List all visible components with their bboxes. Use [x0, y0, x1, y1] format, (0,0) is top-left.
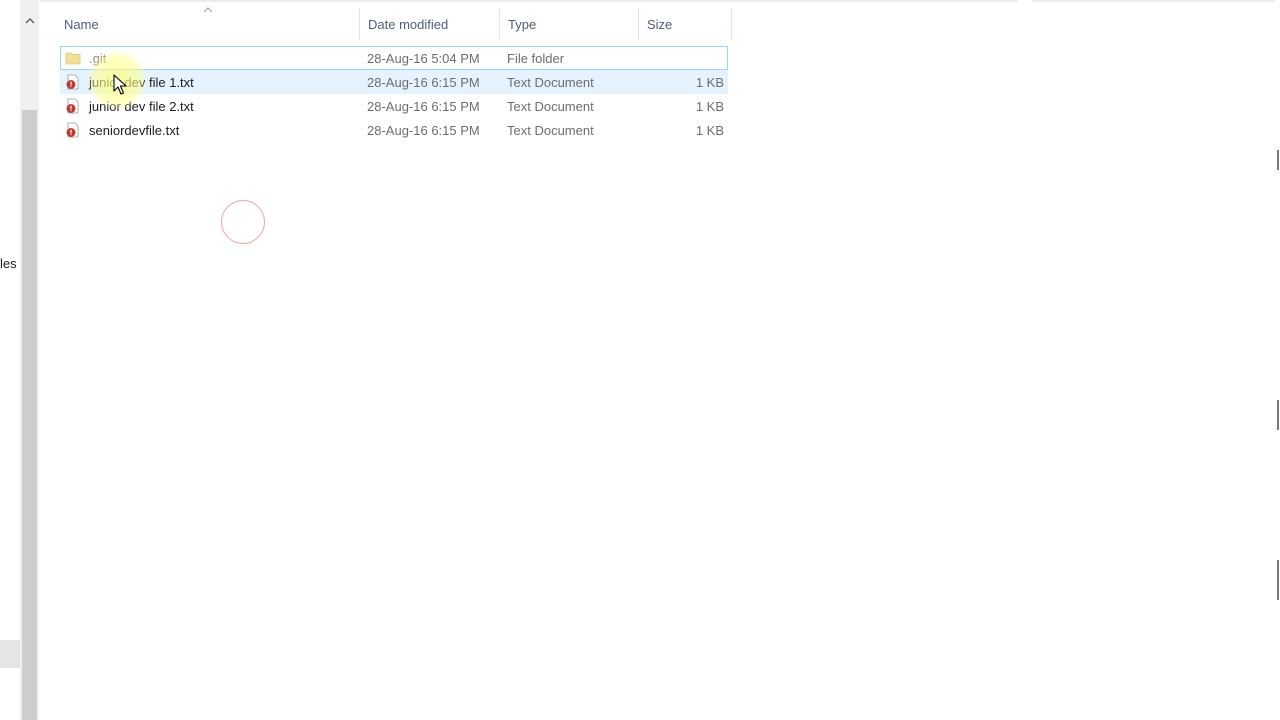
file-row-junior-dev-file-1[interactable]: junior dev file 1.txt 28-Aug-16 6:15 PM …: [60, 70, 728, 94]
file-date: 28-Aug-16 6:15 PM: [367, 122, 480, 138]
column-header-row: Name Date modified Type Size: [56, 0, 732, 48]
column-header-type-label: Type: [508, 16, 537, 32]
column-header-type[interactable]: Type: [500, 0, 639, 48]
chevron-up-icon: [25, 17, 34, 23]
file-type: Text Document: [507, 122, 594, 138]
column-divider[interactable]: [731, 8, 732, 40]
click-ring-indicator: [221, 200, 265, 244]
file-date: 28-Aug-16 6:15 PM: [367, 98, 480, 114]
column-header-size[interactable]: Size: [639, 0, 732, 48]
file-size: 1 KB: [695, 74, 724, 90]
file-name: .git: [89, 50, 107, 66]
top-divider-right: [1032, 0, 1275, 2]
file-name: junior dev file 2.txt: [89, 98, 194, 114]
scroll-up-button[interactable]: [20, 8, 39, 32]
file-name-cell: seniordevfile.txt: [65, 119, 355, 141]
column-header-date[interactable]: Date modified: [360, 0, 500, 48]
file-type: Text Document: [507, 98, 594, 114]
navigation-pane[interactable]: les: [0, 0, 20, 720]
file-name-cell: junior dev file 1.txt: [65, 71, 355, 93]
file-type: File folder: [507, 50, 565, 66]
folder-icon: [65, 50, 81, 66]
file-list: .git 28-Aug-16 5:04 PM File folder junio…: [60, 46, 728, 142]
conflict-text-file-icon: [65, 122, 81, 138]
column-header-date-label: Date modified: [368, 16, 449, 32]
file-explorer-window: les Name Date modified Type Size .git 28…: [0, 0, 1280, 720]
conflict-text-file-icon: [65, 98, 81, 114]
file-row-git[interactable]: .git 28-Aug-16 5:04 PM File folder: [60, 46, 728, 70]
file-name: seniordevfile.txt: [89, 122, 180, 138]
file-date: 28-Aug-16 5:04 PM: [367, 50, 480, 66]
file-date: 28-Aug-16 6:15 PM: [367, 74, 480, 90]
file-row-seniordevfile[interactable]: seniordevfile.txt 28-Aug-16 6:15 PM Text…: [60, 118, 728, 142]
conflict-text-file-icon: [65, 74, 81, 90]
file-row-junior-dev-file-2[interactable]: junior dev file 2.txt 28-Aug-16 6:15 PM …: [60, 94, 728, 118]
column-header-size-label: Size: [647, 16, 673, 32]
file-name-cell: junior dev file 2.txt: [65, 95, 355, 117]
file-type: Text Document: [507, 74, 594, 90]
file-size: 1 KB: [695, 98, 724, 114]
nav-scrollbar[interactable]: [20, 0, 39, 720]
sort-ascending-icon: [203, 7, 213, 13]
scroll-thumb[interactable]: [22, 110, 37, 720]
column-header-name-label: Name: [64, 16, 99, 32]
file-name-cell: .git: [65, 47, 355, 69]
nav-item-label-clipped[interactable]: les: [0, 256, 17, 271]
file-name: junior dev file 1.txt: [89, 74, 194, 90]
file-size: [651, 47, 724, 69]
file-size: 1 KB: [695, 122, 724, 138]
window-right-edge: [1275, 0, 1280, 720]
nav-item-hover[interactable]: [0, 640, 20, 668]
